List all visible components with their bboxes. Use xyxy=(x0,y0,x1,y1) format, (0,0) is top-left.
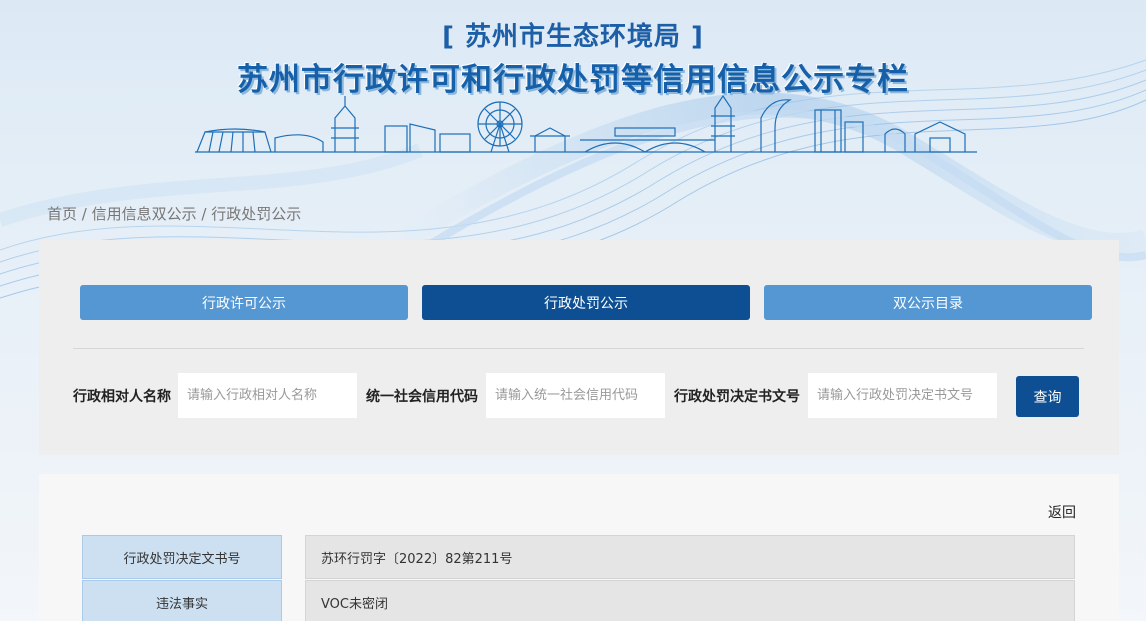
detail-row-key: 行政处罚决定文书号 xyxy=(82,535,282,579)
breadcrumb-credit-disclosure[interactable]: 信用信息双公示 xyxy=(92,205,197,223)
search-panel: 行政许可公示 行政处罚公示 双公示目录 行政相对人名称 统一社会信用代码 行政处… xyxy=(39,240,1119,455)
detail-row: 违法事实 VOC未密闭 xyxy=(82,580,1075,621)
breadcrumb: 首页 / 信用信息双公示 / 行政处罚公示 xyxy=(47,203,301,224)
breadcrumb-separator: / xyxy=(196,205,212,223)
tab-administrative-penalty[interactable]: 行政处罚公示 xyxy=(422,285,750,320)
counterpart-name-input[interactable] xyxy=(178,373,357,418)
decision-number-label: 行政处罚决定书文号 xyxy=(674,389,800,405)
header-banner: [ 苏州市生态环境局 ] 苏州市行政许可和行政处罚等信用信息公示专栏 xyxy=(0,0,1146,200)
detail-row: 行政处罚决定文书号 苏环行罚字〔2022〕82第211号 xyxy=(82,535,1075,579)
breadcrumb-separator: / xyxy=(77,205,92,223)
tab-administrative-license[interactable]: 行政许可公示 xyxy=(80,285,408,320)
organization-name: [ 苏州市生态环境局 ] xyxy=(442,22,704,52)
credit-code-input[interactable] xyxy=(486,373,665,418)
detail-row-value: 苏环行罚字〔2022〕82第211号 xyxy=(305,535,1075,579)
search-button[interactable]: 查询 xyxy=(1016,376,1079,417)
detail-panel: 返回 行政处罚决定文书号 苏环行罚字〔2022〕82第211号 违法事实 VOC… xyxy=(39,474,1119,621)
counterpart-name-label: 行政相对人名称 xyxy=(73,389,171,405)
divider xyxy=(73,348,1084,349)
city-skyline-illustration xyxy=(195,94,977,153)
credit-code-label: 统一社会信用代码 xyxy=(366,389,478,405)
breadcrumb-current: 行政处罚公示 xyxy=(211,205,302,223)
detail-row-value: VOC未密闭 xyxy=(305,580,1075,621)
decision-number-input[interactable] xyxy=(808,373,997,418)
breadcrumb-home[interactable]: 首页 xyxy=(47,205,77,223)
tab-disclosure-catalog[interactable]: 双公示目录 xyxy=(764,285,1092,320)
back-link[interactable]: 返回 xyxy=(1048,502,1076,522)
detail-row-key: 违法事实 xyxy=(82,580,282,621)
